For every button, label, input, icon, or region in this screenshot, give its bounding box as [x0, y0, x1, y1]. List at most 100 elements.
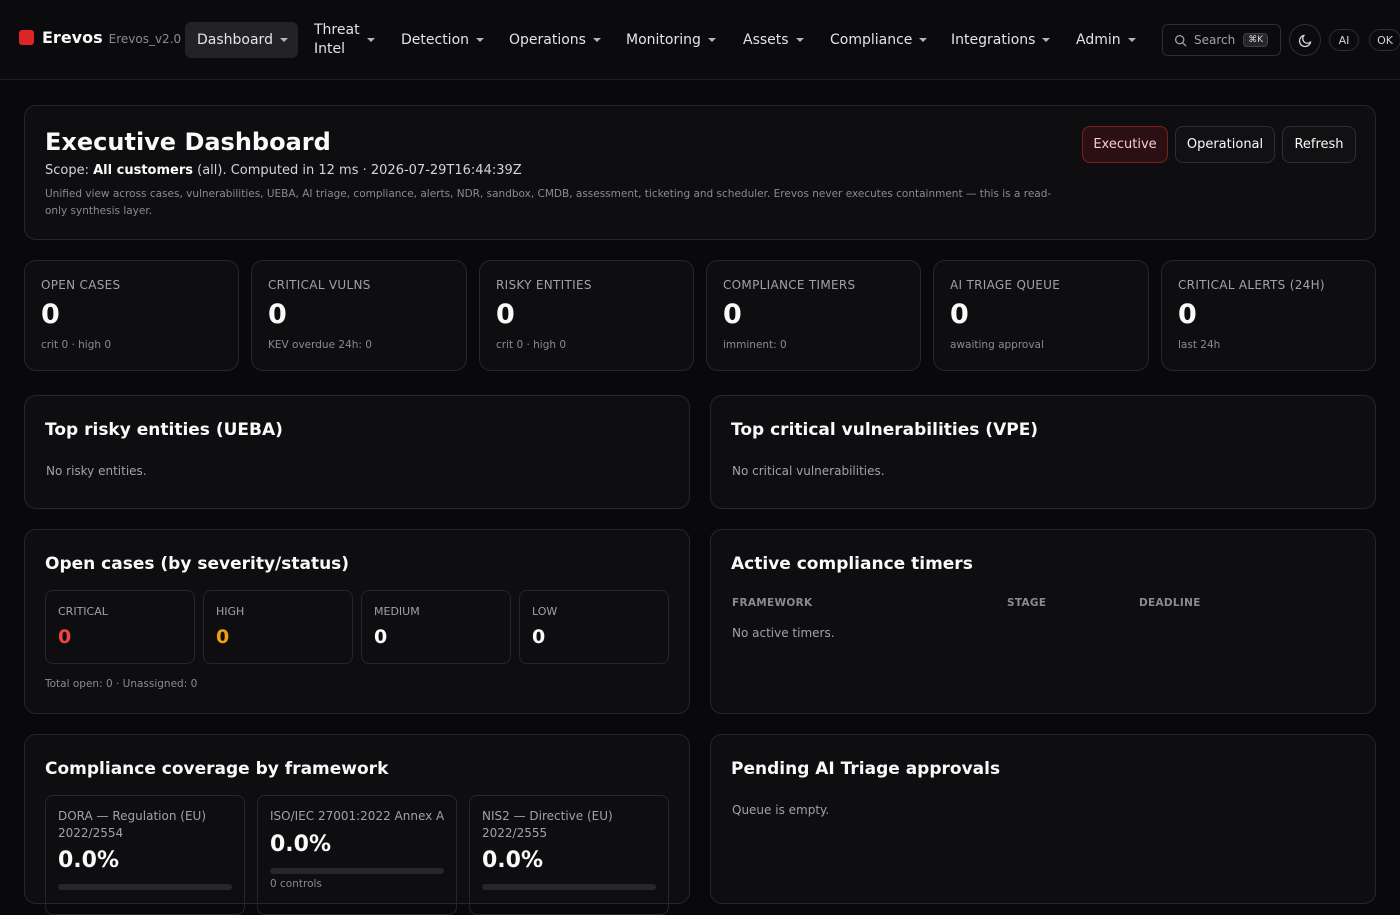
scope-value: All customers	[93, 163, 193, 178]
nav-compliance[interactable]: Compliance	[818, 22, 939, 58]
kpi-card-critical-vulns[interactable]: CRITICAL VULNS 0 KEV overdue 24h: 0	[251, 260, 467, 371]
search-label: Search	[1194, 33, 1236, 47]
nav-compliance-label: Compliance	[830, 32, 913, 48]
empty-state: No risky entities.	[46, 464, 147, 478]
framework-card-dora[interactable]: DORA — Regulation (EU) 2022/2554 0.0%	[45, 795, 245, 915]
severity-tile-critical[interactable]: CRITICAL 0	[45, 590, 195, 664]
severity-label: LOW	[532, 605, 558, 618]
framework-name-line2: 2022/2555	[482, 826, 548, 840]
nav-threat-intel-label-line2: Intel	[314, 41, 345, 57]
theme-toggle-button[interactable]	[1289, 24, 1321, 56]
framework-name: DORA — Regulation (EU) 2022/2554	[58, 808, 206, 842]
severity-label: CRITICAL	[58, 605, 108, 618]
kpi-subtext: awaiting approval	[950, 339, 1044, 351]
empty-state: No critical vulnerabilities.	[732, 464, 885, 478]
refresh-button[interactable]: Refresh	[1282, 126, 1356, 163]
severity-count: 0	[58, 626, 72, 648]
severity-tile-high[interactable]: HIGH 0	[203, 590, 353, 664]
nav-detection[interactable]: Detection	[389, 22, 496, 58]
critical-vulns-panel: Top critical vulnerabilities (VPE) No cr…	[710, 395, 1376, 509]
framework-name: NIS2 — Directive (EU) 2022/2555	[482, 808, 613, 842]
chevron-down-icon	[366, 38, 375, 42]
nav-threat-intel[interactable]: Threat Intel	[302, 20, 387, 60]
kpi-value: 0	[723, 299, 742, 330]
kpi-card-risky-entities[interactable]: RISKY ENTITIES 0 crit 0 · high 0	[479, 260, 694, 371]
kpi-value: 0	[1178, 299, 1197, 330]
nav-detection-label: Detection	[401, 32, 470, 48]
framework-name-line1: NIS2 — Directive (EU)	[482, 809, 613, 823]
kpi-value: 0	[496, 299, 515, 330]
framework-coverage-percent: 0.0%	[270, 832, 332, 857]
framework-controls-count: 0 controls	[270, 878, 322, 890]
moon-icon	[1298, 34, 1311, 47]
search-icon	[1174, 34, 1187, 46]
kpi-subtext: imminent: 0	[723, 339, 787, 351]
nav-operations-label: Operations	[509, 32, 586, 48]
open-cases-panel: Open cases (by severity/status) CRITICAL…	[24, 529, 690, 714]
framework-card-nis2[interactable]: NIS2 — Directive (EU) 2022/2555 0.0%	[469, 795, 669, 915]
risky-entities-panel: Top risky entities (UEBA) No risky entit…	[24, 395, 690, 509]
scope-prefix: Scope:	[45, 163, 89, 178]
nav-assets[interactable]: Assets	[731, 22, 816, 58]
search-shortcut: ⌘K	[1243, 33, 1269, 47]
column-header-deadline[interactable]: DEADLINE	[1139, 597, 1201, 609]
operational-view-button[interactable]: Operational	[1175, 126, 1275, 163]
nav-dashboard-label: Dashboard	[197, 32, 273, 48]
scope-line: Scope: All customers (all). Computed in …	[45, 163, 522, 178]
ai-status-pill[interactable]: AI	[1329, 29, 1359, 51]
nav-integrations[interactable]: Integrations	[939, 22, 1062, 58]
column-header-stage[interactable]: STAGE	[1007, 597, 1046, 609]
kpi-value: 0	[268, 299, 287, 330]
ok-status-pill[interactable]: OK	[1369, 29, 1400, 51]
ai-triage-approvals-panel: Pending AI Triage approvals Queue is emp…	[710, 734, 1376, 904]
compliance-timers-panel: Active compliance timers FRAMEWORK STAGE…	[710, 529, 1376, 714]
severity-tile-medium[interactable]: MEDIUM 0	[361, 590, 511, 664]
framework-coverage-percent: 0.0%	[482, 848, 544, 873]
kpi-subtext: KEV overdue 24h: 0	[268, 339, 372, 351]
kpi-subtext: last 24h	[1178, 339, 1221, 351]
severity-label: HIGH	[216, 605, 245, 618]
kpi-label: AI TRIAGE QUEUE	[950, 278, 1061, 292]
section-title: Active compliance timers	[731, 554, 973, 574]
page-title: Executive Dashboard	[45, 128, 331, 156]
section-title: Compliance coverage by framework	[45, 759, 389, 779]
nav-admin-label: Admin	[1076, 32, 1121, 48]
severity-count: 0	[532, 626, 546, 648]
kpi-label: OPEN CASES	[41, 278, 121, 292]
compliance-coverage-panel: Compliance coverage by framework DORA — …	[24, 734, 690, 915]
nav-monitoring[interactable]: Monitoring	[614, 22, 728, 58]
chevron-down-icon	[707, 38, 716, 42]
chevron-down-icon	[592, 38, 601, 42]
framework-card-iso27001[interactable]: ISO/IEC 27001:2022 Annex A 0.0% 0 contro…	[257, 795, 457, 915]
nav-threat-intel-label-line1: Threat	[314, 22, 360, 38]
coverage-progress-bar	[58, 884, 232, 890]
chevron-down-icon	[279, 38, 288, 42]
section-title: Top critical vulnerabilities (VPE)	[731, 420, 1039, 440]
kpi-label: CRITICAL ALERTS (24H)	[1178, 278, 1325, 292]
chevron-down-icon	[1042, 38, 1051, 42]
kpi-label: RISKY ENTITIES	[496, 278, 592, 292]
brand[interactable]: Erevos Erevos_v2.0	[19, 28, 181, 47]
framework-name-line2: 2022/2554	[58, 826, 124, 840]
executive-view-button[interactable]: Executive	[1082, 126, 1168, 163]
chevron-down-icon	[1127, 38, 1136, 42]
severity-tile-low[interactable]: LOW 0	[519, 590, 669, 664]
search-button[interactable]: Search ⌘K	[1162, 24, 1281, 56]
column-header-framework[interactable]: FRAMEWORK	[732, 597, 812, 609]
framework-name: ISO/IEC 27001:2022 Annex A	[270, 808, 444, 825]
empty-state: Queue is empty.	[732, 803, 830, 817]
chevron-down-icon	[795, 38, 804, 42]
nav-operations[interactable]: Operations	[497, 22, 613, 58]
nav-admin[interactable]: Admin	[1064, 22, 1148, 58]
kpi-card-critical-alerts[interactable]: CRITICAL ALERTS (24H) 0 last 24h	[1161, 260, 1376, 371]
framework-name-line1: DORA — Regulation (EU)	[58, 809, 206, 823]
nav-monitoring-label: Monitoring	[626, 32, 701, 48]
kpi-label: COMPLIANCE TIMERS	[723, 278, 856, 292]
kpi-card-open-cases[interactable]: OPEN CASES 0 crit 0 · high 0	[24, 260, 239, 371]
section-title: Pending AI Triage approvals	[731, 759, 1001, 779]
empty-state: No active timers.	[732, 626, 835, 640]
nav-dashboard[interactable]: Dashboard	[185, 22, 298, 58]
kpi-card-ai-triage-queue[interactable]: AI TRIAGE QUEUE 0 awaiting approval	[933, 260, 1149, 371]
kpi-card-compliance-timers[interactable]: COMPLIANCE TIMERS 0 imminent: 0	[706, 260, 921, 371]
framework-name-line1: ISO/IEC 27001:2022 Annex A	[270, 809, 445, 823]
